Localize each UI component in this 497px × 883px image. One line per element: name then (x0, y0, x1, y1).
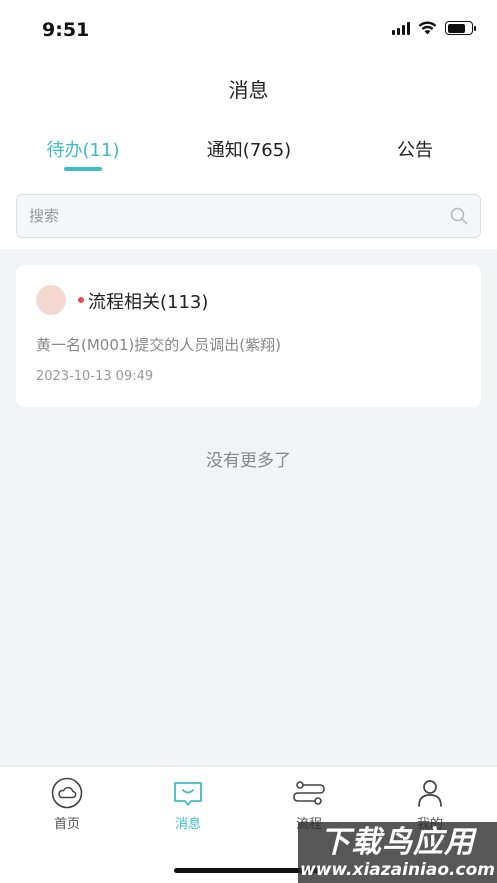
avatar (36, 285, 66, 315)
search-box[interactable] (16, 194, 481, 238)
watermark-logo: 下载鸟应用 www.xiazainiao.com (298, 822, 497, 883)
tab-announcements[interactable]: 公告 (345, 136, 485, 162)
status-icons (392, 21, 476, 35)
tab-notifications[interactable]: 通知(765) (179, 136, 319, 162)
wifi-icon (418, 21, 437, 35)
tabbar-label-messages: 消息 (174, 817, 201, 832)
tabbar-item-home[interactable]: 首页 (27, 777, 107, 832)
message-timestamp: 2023-10-13 09:49 (36, 369, 154, 384)
watermark-text: 下载鸟应用 (320, 825, 475, 860)
person-icon (418, 780, 442, 807)
watermark-url: www.xiazainiao.com (300, 860, 495, 880)
page-title: 消息 (228, 78, 269, 102)
message-title: 流程相关(113) (88, 292, 209, 313)
tab-todo[interactable]: 待办(11) (13, 136, 153, 162)
flow-icon (293, 781, 325, 805)
active-tab-indicator (64, 167, 102, 171)
status-bar: 9:51 (0, 0, 497, 60)
list-end-text: 没有更多了 (206, 451, 291, 471)
message-card[interactable]: 流程相关(113) 黄一名(M001)提交的人员调出(紫翔) 2023-10-1… (16, 265, 481, 407)
message-description: 黄一名(M001)提交的人员调出(紫翔) (36, 336, 281, 354)
status-time: 9:51 (42, 19, 90, 41)
cellular-signal-icon (392, 21, 410, 35)
unread-indicator (78, 297, 84, 303)
search-input[interactable] (29, 195, 449, 237)
battery-icon (445, 21, 476, 35)
tabbar-label-home: 首页 (53, 817, 80, 832)
tabbar-item-messages[interactable]: 消息 (148, 777, 228, 832)
search-icon[interactable] (450, 207, 468, 225)
cloud-icon (51, 777, 83, 809)
message-icon (174, 782, 202, 806)
